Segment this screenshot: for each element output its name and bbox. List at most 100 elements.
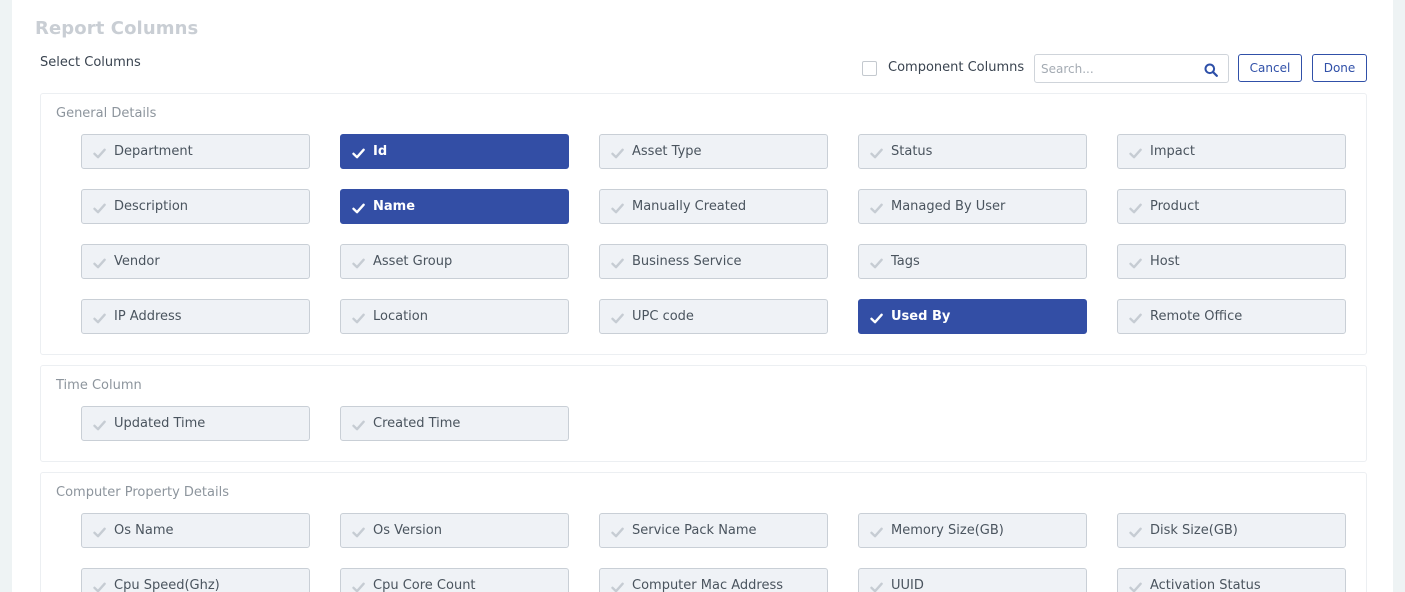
column-chip[interactable]: Asset Group [340,244,569,279]
column-chip-label: Used By [891,309,951,324]
column-chip[interactable]: Service Pack Name [599,513,828,548]
check-icon [870,200,883,214]
column-chip[interactable]: Department [81,134,310,169]
column-chip-label: Os Name [114,523,174,538]
check-icon [352,417,365,431]
search-input[interactable] [1035,55,1195,82]
column-chip[interactable]: Os Name [81,513,310,548]
column-chip[interactable]: Product [1117,189,1346,224]
check-icon [93,200,106,214]
check-icon [93,145,106,159]
column-chip[interactable]: Impact [1117,134,1346,169]
section-general-details: General Details Department Id Asset Type St… [40,93,1367,355]
column-chip-label: Cpu Speed(Ghz) [114,578,220,592]
check-icon [352,200,365,214]
check-icon [1129,579,1142,592]
search-box [1034,54,1229,83]
column-chip-label: Computer Mac Address [632,578,783,592]
page-title: Report Columns [35,18,199,39]
check-icon [611,255,624,269]
column-chip[interactable]: Manually Created [599,189,828,224]
column-chip-label: Vendor [114,254,160,269]
check-icon [352,255,365,269]
section-computer-property-details: Computer Property Details Os Name Os Vers… [40,472,1367,592]
column-chip[interactable]: Status [858,134,1087,169]
column-chip[interactable]: Remote Office [1117,299,1346,334]
check-icon [1129,255,1142,269]
column-chip-label: Business Service [632,254,742,269]
column-chip[interactable]: Id [340,134,569,169]
check-icon [870,310,883,324]
column-chip[interactable]: Asset Type [599,134,828,169]
component-columns-checkbox[interactable] [862,61,877,76]
check-icon [93,310,106,324]
column-chip[interactable]: UUID [858,568,1087,592]
check-icon [611,310,624,324]
search-icon[interactable] [1204,62,1218,77]
column-chip-label: Manually Created [632,199,747,214]
column-chip-label: Location [373,309,428,324]
check-icon [93,255,106,269]
column-chip-label: IP Address [114,309,182,324]
column-chip-label: Memory Size(GB) [891,523,1004,538]
check-icon [611,579,624,592]
column-chip[interactable]: Managed By User [858,189,1087,224]
column-chip[interactable]: Cpu Speed(Ghz) [81,568,310,592]
check-icon [1129,524,1142,538]
column-chip-label: Disk Size(GB) [1150,523,1238,538]
column-chip[interactable]: Disk Size(GB) [1117,513,1346,548]
cancel-button[interactable]: Cancel [1238,54,1302,82]
done-button[interactable]: Done [1312,54,1367,82]
section-time-column: Time Column Updated Time Created Time [40,365,1367,462]
column-chip[interactable]: Host [1117,244,1346,279]
report-columns-panel: Report Columns Select Columns Component … [12,0,1393,592]
column-chip[interactable]: Business Service [599,244,828,279]
column-chip-label: UUID [891,578,924,592]
section-title: General Details [56,106,157,121]
column-chip-label: Product [1150,199,1200,214]
check-icon [611,145,624,159]
section-title: Time Column [56,378,142,393]
column-chip[interactable]: Description [81,189,310,224]
column-chip[interactable]: Vendor [81,244,310,279]
column-chip[interactable]: Location [340,299,569,334]
check-icon [352,310,365,324]
column-chip-label: Created Time [373,416,461,431]
column-chip[interactable]: Memory Size(GB) [858,513,1087,548]
column-chip[interactable]: Cpu Core Count [340,568,569,592]
column-chip[interactable]: Activation Status [1117,568,1346,592]
column-chip-label: Remote Office [1150,309,1243,324]
check-icon [1129,145,1142,159]
check-icon [870,255,883,269]
column-chip-label: Impact [1150,144,1195,159]
column-chip-label: Department [114,144,193,159]
check-icon [870,579,883,592]
column-chip[interactable]: Tags [858,244,1087,279]
column-chip[interactable]: Created Time [340,406,569,441]
column-chip[interactable]: IP Address [81,299,310,334]
check-icon [352,579,365,592]
check-icon [352,145,365,159]
toolbar: Component Columns Cancel Done [12,54,1393,83]
column-chip-label: Status [891,144,933,159]
column-chip-label: Asset Group [373,254,453,269]
column-chip-label: Activation Status [1150,578,1261,592]
component-columns-label: Component Columns [888,60,1025,75]
column-chip-label: Host [1150,254,1180,269]
check-icon [352,524,365,538]
column-chip-label: Managed By User [891,199,1006,214]
column-chip[interactable]: Used By [858,299,1087,334]
column-chip[interactable]: Name [340,189,569,224]
check-icon [1129,310,1142,324]
check-icon [870,145,883,159]
column-chip-label: UPC code [632,309,694,324]
column-chip[interactable]: UPC code [599,299,828,334]
column-chip[interactable]: Computer Mac Address [599,568,828,592]
check-icon [93,417,106,431]
column-chip[interactable]: Os Version [340,513,569,548]
column-chip-label: Id [373,144,388,159]
column-chip[interactable]: Updated Time [81,406,310,441]
check-icon [870,524,883,538]
column-chip-label: Cpu Core Count [373,578,476,592]
column-chip-label: Updated Time [114,416,206,431]
